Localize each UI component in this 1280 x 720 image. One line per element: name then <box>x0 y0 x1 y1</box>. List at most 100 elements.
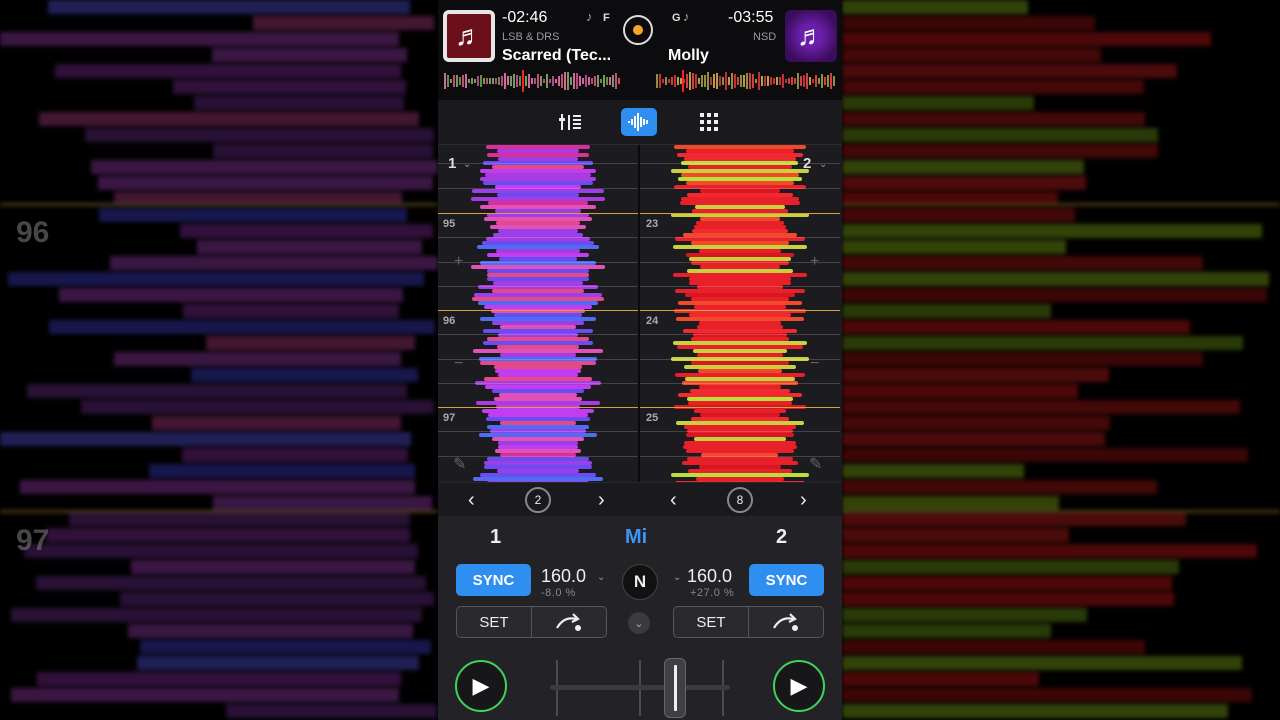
deck2-artwork[interactable]: ♬ <box>785 10 837 62</box>
beat-grid-line <box>438 383 638 384</box>
chevron-down-icon[interactable]: ⌄ <box>673 572 681 583</box>
overview-bar <box>531 77 533 85</box>
overview-bar <box>459 76 461 86</box>
overview-bar <box>782 74 784 88</box>
crossfader-handle[interactable] <box>664 658 686 718</box>
zoom-out-icon[interactable]: − <box>810 355 819 373</box>
zoom-in-icon[interactable]: + <box>810 253 819 271</box>
background-stripe <box>842 528 1069 542</box>
chevron-down-icon[interactable]: ⌄ <box>597 572 605 583</box>
background-stripe <box>842 512 1187 526</box>
deck1-time-remaining: -02:46 <box>502 9 548 26</box>
loop-halve-chevron-left-icon[interactable]: ‹ <box>670 489 677 512</box>
overview-bar <box>833 76 835 86</box>
deck1-loop-button[interactable]: 2 <box>525 487 551 513</box>
app-logo[interactable]: N <box>622 564 658 600</box>
deck2-set-button[interactable]: SET <box>674 607 749 637</box>
deck2-bpm[interactable]: 160.0 <box>687 566 732 587</box>
background-stripe <box>842 160 1084 174</box>
deck2-play-button[interactable]: ▶ <box>773 660 825 712</box>
loop-halve-chevron-left-icon[interactable]: ‹ <box>468 489 475 512</box>
deck2-number[interactable]: 2 <box>803 155 811 172</box>
background-stripe <box>98 176 434 190</box>
overview-bar <box>818 77 820 85</box>
overview-bar <box>504 72 506 90</box>
overview-bar <box>749 73 751 89</box>
loop-double-chevron-right-icon[interactable]: › <box>800 489 807 512</box>
zoom-out-icon[interactable]: − <box>454 355 463 373</box>
collapse-chevron-icon[interactable]: ⌄ <box>628 612 650 634</box>
overview-bar <box>773 77 775 85</box>
background-stripe <box>842 336 1243 350</box>
background-stripe <box>842 624 1052 638</box>
waveform-view-icon[interactable] <box>621 108 657 136</box>
background-downbeat-line <box>0 510 438 513</box>
deck1-sync-button[interactable]: SYNC <box>456 564 531 596</box>
deck2-bar-number: 23 <box>646 218 659 230</box>
overview-bar <box>701 75 703 87</box>
deck1-overview-waveform[interactable] <box>444 70 620 92</box>
deck2-sync-button[interactable]: SYNC <box>749 564 824 596</box>
overview-bar <box>776 77 778 85</box>
background-stripe <box>37 672 401 686</box>
overview-bar <box>591 78 593 84</box>
overview-bar <box>540 76 542 86</box>
pencil-icon[interactable]: ✎ <box>809 454 822 474</box>
pads-grid-icon[interactable] <box>691 108 727 136</box>
record-button[interactable] <box>623 15 653 45</box>
cue-jump-icon[interactable] <box>532 607 606 637</box>
overview-bar <box>707 72 709 90</box>
overview-bar <box>603 74 605 88</box>
deck1-artwork[interactable]: ♬ <box>443 10 495 62</box>
deck2-waveform[interactable] <box>640 145 840 482</box>
beat-grid-line <box>438 334 638 335</box>
deck2-overview-waveform[interactable] <box>656 70 836 92</box>
background-stripe <box>98 208 408 222</box>
overview-bar <box>830 72 832 90</box>
beat-grid-line <box>640 383 840 384</box>
deck1-waveform[interactable] <box>438 145 638 482</box>
background-stripe <box>842 224 1263 238</box>
chevron-down-icon[interactable]: ⌄ <box>819 159 827 170</box>
deck1-bpm[interactable]: 160.0 <box>541 566 586 587</box>
crossfader[interactable] <box>550 658 730 718</box>
tab-deck1[interactable]: 1 <box>490 526 501 549</box>
overview-bar <box>827 74 829 88</box>
overview-bar <box>447 75 449 87</box>
zoom-in-icon[interactable]: + <box>454 253 463 271</box>
overview-bar <box>659 74 661 88</box>
beat-grid-line <box>438 262 638 263</box>
background-stripe <box>842 496 1060 510</box>
deck1-bar-number: 95 <box>443 218 456 230</box>
pencil-icon[interactable]: ✎ <box>453 454 466 474</box>
deck2-key: G <box>672 12 681 24</box>
deck1-play-button[interactable]: ▶ <box>455 660 507 712</box>
overview-bar <box>815 74 817 88</box>
overview-bar <box>612 74 614 88</box>
waveform-area[interactable]: 1 ⌄ 2 ⌄ 95 96 97 23 24 25 + − ✎ + − ✎ <box>438 145 842 482</box>
view-tabs <box>438 100 842 145</box>
downbeat-line <box>438 407 638 408</box>
background-stripe <box>172 80 406 94</box>
background-stripe <box>842 592 1175 606</box>
overview-bar <box>740 75 742 87</box>
background-stripe <box>842 0 1029 14</box>
overview-bar <box>561 73 563 89</box>
overview-bar <box>767 76 769 86</box>
deck2-loop-button[interactable]: 8 <box>727 487 753 513</box>
overview-bar <box>725 72 727 90</box>
tab-deck2[interactable]: 2 <box>776 526 787 549</box>
background-stripe <box>119 592 435 606</box>
overview-bar <box>501 75 503 87</box>
deck1-set-button[interactable]: SET <box>457 607 532 637</box>
overview-bar <box>579 76 581 86</box>
beat-grid-line <box>640 188 840 189</box>
tab-mix[interactable]: Mi <box>625 526 647 549</box>
downbeat-line <box>438 310 638 311</box>
chevron-down-icon[interactable]: ⌄ <box>463 159 471 170</box>
overview-bar <box>450 78 452 84</box>
deck1-number[interactable]: 1 <box>448 155 456 172</box>
loop-double-chevron-right-icon[interactable]: › <box>598 489 605 512</box>
mixer-view-icon[interactable] <box>552 108 588 136</box>
cue-jump-icon[interactable] <box>749 607 823 637</box>
